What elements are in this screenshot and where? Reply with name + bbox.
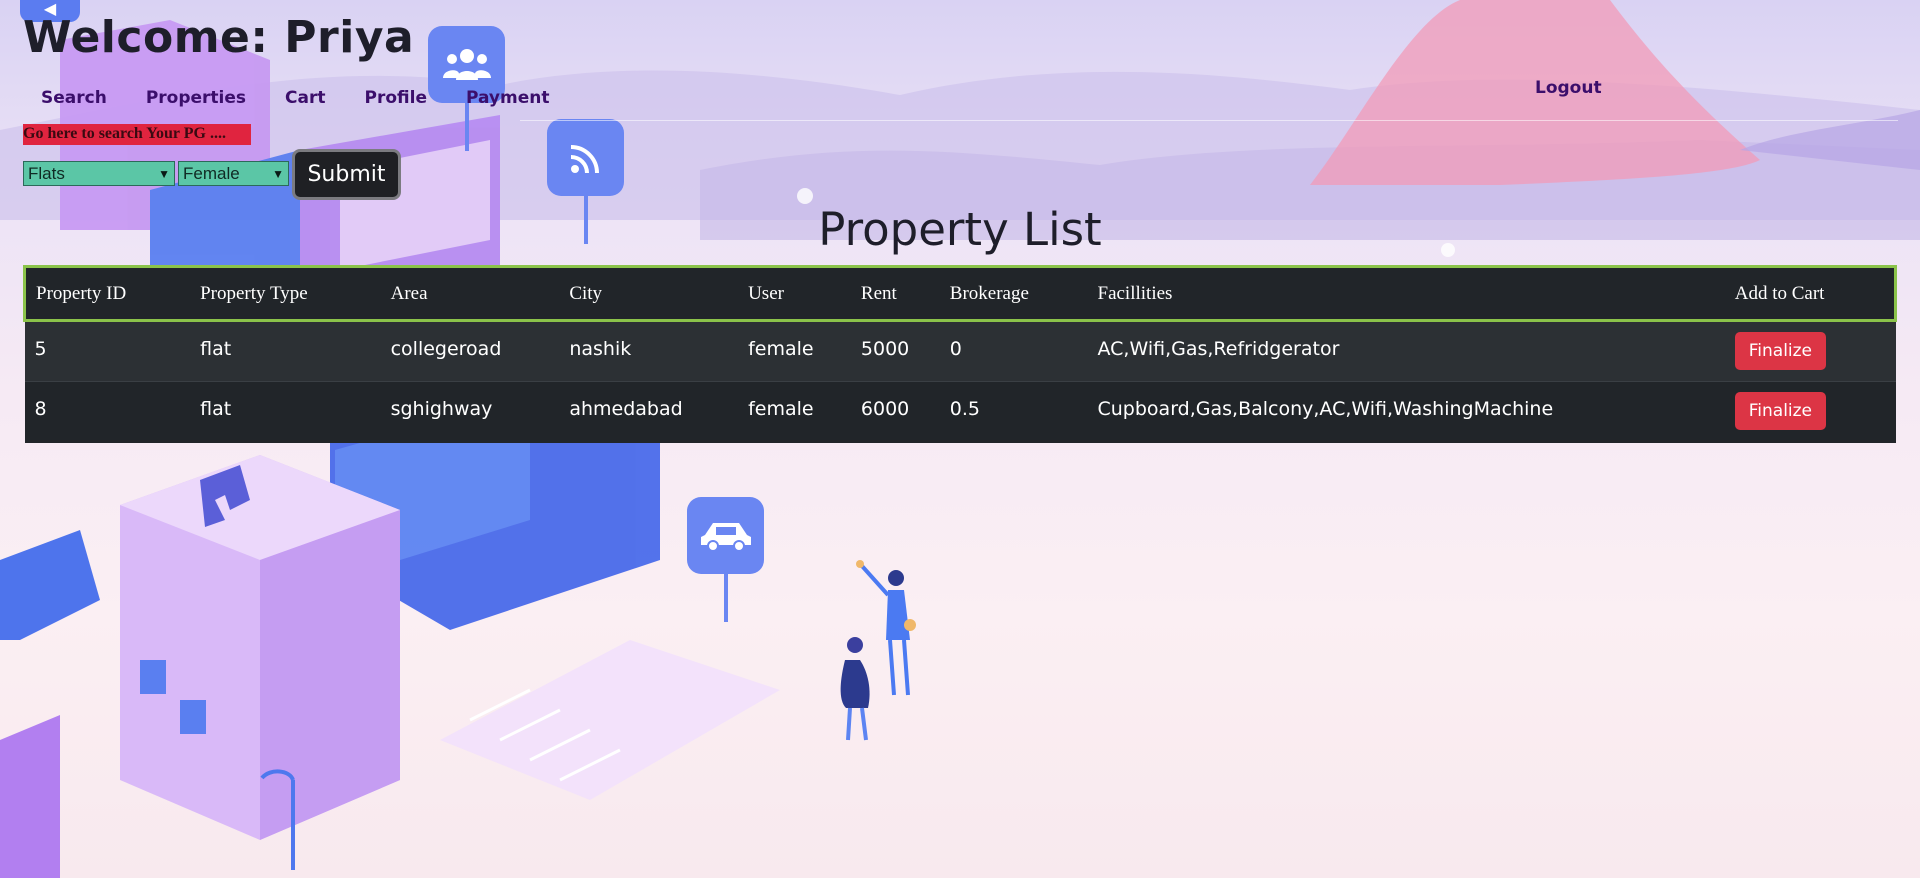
- cell-property-type: flat: [190, 381, 381, 443]
- cell-rent: 5000: [850, 320, 940, 382]
- cell-add-to-cart: Finalize: [1724, 381, 1896, 443]
- table-row: 8 flat sghighway ahmedabad female 6000 0…: [24, 381, 1896, 443]
- col-header-add-to-cart: Add to Cart: [1724, 265, 1897, 322]
- property-type-value: Flats: [28, 163, 65, 183]
- cell-facilities: Cupboard,Gas,Balcony,AC,Wifi,WashingMach…: [1087, 381, 1725, 443]
- nav-payment[interactable]: Payment: [466, 88, 550, 108]
- cell-property-type: flat: [190, 320, 381, 382]
- cell-user: female: [738, 381, 851, 443]
- cell-property-id: 8: [24, 381, 191, 443]
- col-header-area: Area: [380, 265, 560, 322]
- chevron-down-icon: ▼: [158, 166, 170, 181]
- col-header-property-id: Property ID: [23, 265, 191, 322]
- wifi-pin: [547, 119, 624, 196]
- cell-area: sghighway: [380, 381, 560, 443]
- col-header-property-type: Property Type: [190, 265, 381, 322]
- chevron-down-icon: ▼: [272, 166, 284, 181]
- nav-search[interactable]: Search: [41, 88, 107, 108]
- gender-select[interactable]: Female ▼: [178, 161, 289, 186]
- col-header-brokerage: Brokerage: [939, 265, 1088, 322]
- page-title: Property List: [818, 203, 1102, 256]
- cell-area: collegeroad: [380, 320, 560, 382]
- nav-profile[interactable]: Profile: [365, 88, 427, 108]
- car-pin: [687, 497, 764, 574]
- col-header-rent: Rent: [850, 265, 940, 322]
- cell-city: ahmedabad: [559, 381, 739, 443]
- gender-value: Female: [183, 163, 240, 183]
- col-header-user: User: [738, 265, 851, 322]
- cell-brokerage: 0.5: [939, 381, 1088, 443]
- cell-brokerage: 0: [939, 320, 1088, 382]
- cell-rent: 6000: [850, 381, 940, 443]
- table-row: 5 flat collegeroad nashik female 5000 0 …: [24, 320, 1896, 382]
- users-pin-stem: [465, 103, 469, 151]
- car-pin-stem: [724, 574, 728, 622]
- car-icon: [699, 519, 753, 557]
- cell-city: nashik: [559, 320, 739, 382]
- cell-facilities: AC,Wifi,Gas,Refridgerator: [1087, 320, 1725, 382]
- cell-property-id: 5: [24, 320, 191, 382]
- col-header-city: City: [559, 265, 739, 322]
- col-header-facilities: Facillities: [1087, 265, 1725, 322]
- wifi-icon: [567, 137, 607, 181]
- table-header-row: Property ID Property Type Area City User…: [23, 265, 1897, 322]
- finalize-button[interactable]: Finalize: [1734, 392, 1827, 430]
- users-icon: [442, 44, 492, 88]
- nav-properties[interactable]: Properties: [146, 88, 246, 108]
- search-hint: Go here to search Your PG ....: [23, 124, 251, 145]
- cell-user: female: [738, 320, 851, 382]
- cell-add-to-cart: Finalize: [1724, 320, 1896, 382]
- property-table: Property ID Property Type Area City User…: [23, 265, 1897, 443]
- submit-button[interactable]: Submit: [292, 149, 401, 200]
- welcome-heading: Welcome: Priya: [23, 12, 415, 63]
- property-type-select[interactable]: Flats ▼: [23, 161, 175, 186]
- main-nav: Search Properties Cart Profile Payment: [41, 88, 589, 108]
- header-divider: [520, 120, 1898, 121]
- finalize-button[interactable]: Finalize: [1734, 332, 1827, 370]
- logout-link[interactable]: Logout: [1535, 78, 1602, 98]
- nav-cart[interactable]: Cart: [285, 88, 325, 108]
